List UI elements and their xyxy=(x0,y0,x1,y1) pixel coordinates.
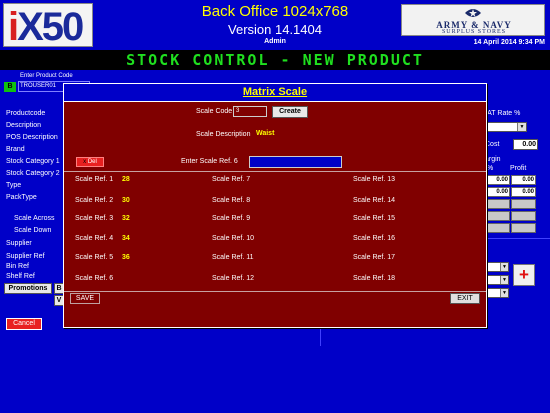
scale-description-label: Scale Description xyxy=(196,131,251,138)
label-packtype: PackType xyxy=(6,194,37,201)
cost-label: Cost xyxy=(485,141,500,148)
app-version: Version 14.1404 xyxy=(228,22,322,37)
scale-ref-label: Scale Ref. 15 xyxy=(353,215,396,222)
scale-ref-value[interactable]: 28 xyxy=(122,176,130,183)
scale-ref-label: Scale Ref. 13 xyxy=(353,176,396,183)
margin-profit-cell[interactable] xyxy=(511,199,536,209)
scale-ref-label: Scale Ref. 5 xyxy=(75,254,114,261)
scale-ref-label: Scale Ref. 12 xyxy=(212,275,255,282)
scale-ref-label: Scale Ref. 11 xyxy=(212,254,254,261)
cost-input[interactable]: 0.00 xyxy=(513,139,538,150)
create-button[interactable]: Create xyxy=(272,106,308,118)
price-select[interactable]: ▼ xyxy=(487,275,509,285)
enter-scale-ref-input[interactable] xyxy=(249,156,342,168)
label-type: Type xyxy=(6,182,22,189)
label-shelf-ref: Shelf Ref xyxy=(6,273,35,280)
army-navy-logo: ARMY & NAVY SURPLUS STORES xyxy=(401,4,545,36)
chevron-down-icon: ▼ xyxy=(500,276,508,284)
star-emblem-icon xyxy=(465,9,481,17)
header: iX50 Back Office 1024x768 Version 14.140… xyxy=(0,0,550,50)
scale-ref-value[interactable]: 36 xyxy=(122,254,130,261)
scale-ref-label: Scale Ref. 14 xyxy=(353,197,396,204)
matrix-scale-dialog: Matrix Scale Scale Code 3 Create Scale D… xyxy=(63,83,487,328)
margin-profit-cell[interactable]: 0.00 xyxy=(511,175,536,185)
delete-label: Del xyxy=(87,159,97,165)
margin-percent-cell[interactable]: 0.00 xyxy=(485,187,510,197)
chevron-down-icon: ▼ xyxy=(500,263,508,271)
scale-ref-label: Scale Ref. 1 xyxy=(75,176,114,183)
margin-percent-cell[interactable] xyxy=(485,223,510,233)
margin-profit-cell[interactable] xyxy=(511,211,536,221)
scale-ref-label: Scale Ref. 9 xyxy=(212,215,251,222)
label-description: Description xyxy=(6,122,42,129)
datetime: 14 April 2014 9:34 PM xyxy=(473,39,545,46)
label-stock-category-1: Stock Category 1 xyxy=(6,158,60,165)
vat-rate-label: VAT Rate % xyxy=(483,110,521,117)
product-code-label: Enter Product Code xyxy=(20,73,73,79)
label-pos-description: POS Description xyxy=(6,134,58,141)
dialog-title: Matrix Scale xyxy=(242,86,308,98)
exit-button[interactable]: EXIT xyxy=(450,293,480,304)
label-productcode: Productcode xyxy=(6,110,46,117)
divider xyxy=(64,171,486,172)
divider xyxy=(64,291,486,292)
margin-profit-cell[interactable] xyxy=(511,223,536,233)
label-supplier: Supplier xyxy=(6,240,32,247)
scale-ref-label: Scale Ref. 18 xyxy=(353,275,396,282)
marquee-text: STOCK CONTROL - NEW PRODUCT xyxy=(126,51,424,69)
scale-ref-label: Scale Ref. 7 xyxy=(212,176,251,183)
vat-rate-select[interactable]: ▼ xyxy=(483,122,527,132)
app-title: Back Office 1024x768 xyxy=(201,3,349,20)
chevron-down-icon: ▼ xyxy=(500,289,508,297)
scale-ref-label: Scale Ref. 17 xyxy=(353,254,396,261)
close-icon: x xyxy=(83,159,87,165)
scale-ref-label: Scale Ref. 4 xyxy=(75,235,114,242)
logo-text: iX50 xyxy=(8,5,84,49)
chevron-down-icon: ▼ xyxy=(517,123,526,131)
scale-ref-label: Scale Ref. 8 xyxy=(212,197,251,204)
add-button[interactable]: + xyxy=(513,264,535,286)
margin-percent-cell[interactable] xyxy=(485,199,510,209)
scale-code-input[interactable]: 3 xyxy=(233,106,267,117)
label-supplier-ref: Supplier Ref xyxy=(6,253,45,260)
dialog-footer xyxy=(64,310,486,327)
save-button[interactable]: SAVE xyxy=(70,293,100,304)
label-scale-down: Scale Down xyxy=(14,227,52,234)
margin-percent-cell[interactable] xyxy=(485,211,510,221)
price-select[interactable]: ▼ xyxy=(487,262,509,272)
margin-profit-cell[interactable]: 0.00 xyxy=(511,187,536,197)
dialog-titlebar: Matrix Scale xyxy=(64,84,486,102)
margin-label: argin xyxy=(485,156,501,163)
profit-label: Profit xyxy=(510,165,527,172)
label-scale-across: Scale Across xyxy=(14,215,55,222)
scale-ref-label: Scale Ref. 2 xyxy=(75,197,114,204)
scale-ref-value[interactable]: 34 xyxy=(122,235,130,242)
label-brand: Brand xyxy=(6,146,25,153)
scale-ref-value[interactable]: 32 xyxy=(122,215,130,222)
margin-percent-cell[interactable]: 0.00 xyxy=(485,175,510,185)
enter-scale-ref-label: Enter Scale Ref. 6 xyxy=(181,158,238,165)
scale-ref-label: Scale Ref. 16 xyxy=(353,235,396,242)
current-user: Admin xyxy=(264,38,286,45)
cancel-button[interactable]: Cancel xyxy=(6,318,42,330)
scale-ref-label: Scale Ref. 3 xyxy=(75,215,114,222)
price-select[interactable]: ▼ xyxy=(487,288,509,298)
scale-ref-value[interactable]: 30 xyxy=(122,197,130,204)
scale-code-label: Scale Code xyxy=(196,108,233,115)
label-stock-category-2: Stock Category 2 xyxy=(6,170,60,177)
promotions-button[interactable]: Promotions xyxy=(4,283,52,294)
brand-name-bottom: SURPLUS STORES xyxy=(441,29,507,35)
label-bin-ref: Bin Ref xyxy=(6,263,29,270)
scale-description-value: Waist xyxy=(256,130,275,137)
product-code-indicator[interactable]: B xyxy=(4,82,16,92)
scale-ref-label: Scale Ref. 10 xyxy=(212,235,255,242)
marquee-banner: STOCK CONTROL - NEW PRODUCT xyxy=(0,50,550,70)
delete-button[interactable]: x Del xyxy=(76,157,104,167)
scale-ref-label: Scale Ref. 6 xyxy=(75,275,114,282)
margin-percent-label: % xyxy=(487,165,494,172)
ix50-logo: iX50 xyxy=(3,3,93,49)
